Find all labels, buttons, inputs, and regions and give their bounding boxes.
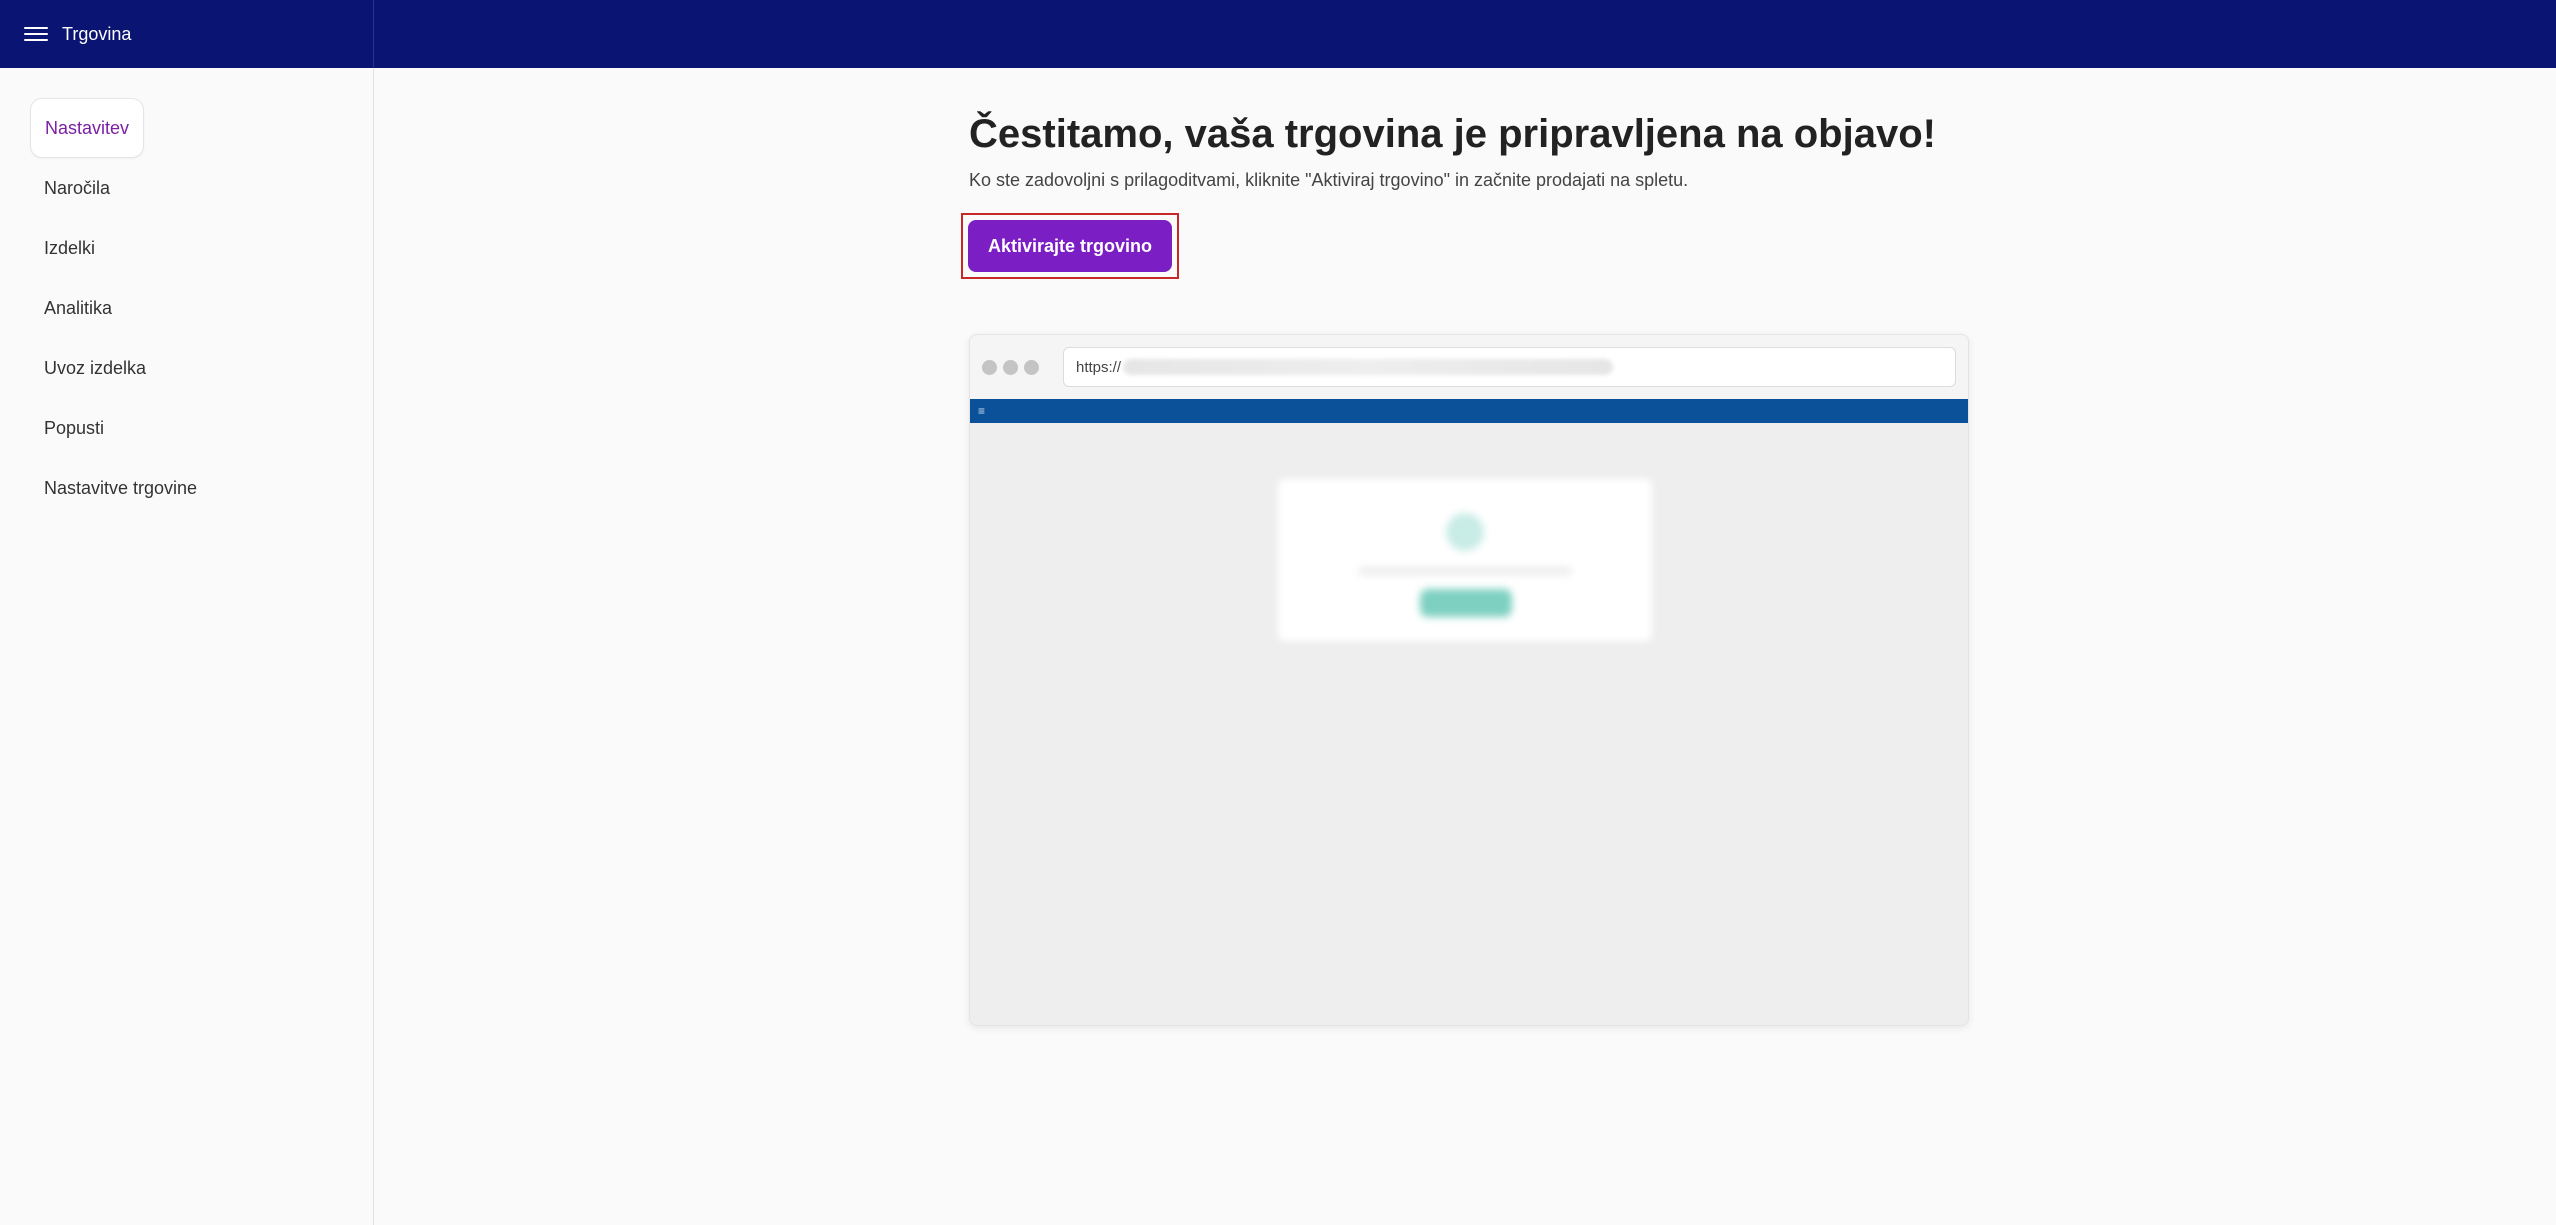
sidebar-item-popusti[interactable]: Popusti [30,398,118,458]
page-title: Čestitamo, vaša trgovina je pripravljena… [969,112,1936,156]
sidebar-item-izdelki[interactable]: Izdelki [30,218,109,278]
page-description: Ko ste zadovoljni s prilagoditvami, klik… [969,170,1689,190]
sidebar-item-uvoz-izdelka[interactable]: Uvoz izdelka [30,338,160,398]
activate-store-button[interactable]: Aktivirajte trgovino [968,220,1173,272]
launch-section: Čestitamo, vaša trgovina je pripravljena… [961,108,1979,279]
preview-blurred-card [1278,479,1652,641]
sidebar-item-narocila[interactable]: Naročila [30,158,124,218]
sidebar-item-nastavitev[interactable]: Nastavitev [30,98,145,158]
window-dot-icon [1024,359,1039,375]
window-dot-icon [982,359,997,375]
sidebar-item-nastavitve-trgovine[interactable]: Nastavitve trgovine [30,458,211,518]
preview-store-navbar: ≡ [970,399,1968,423]
sidebar-item-analitika[interactable]: Analitika [30,278,126,338]
preview-blurred-button [1420,589,1512,617]
top-bar: Trgovina [0,0,2556,68]
preview-blurred-icon [1446,513,1484,551]
sidebar: Nastavitev Naročila Izdelki Analitika Uv… [0,68,374,1225]
app-title: Trgovina [62,23,132,44]
preview-url-prefix: https:// [1076,358,1122,376]
activate-button-highlight: Aktivirajte trgovino [961,213,1180,279]
preview-url-field: https:// [1063,347,1956,387]
main-content: Čestitamo, vaša trgovina je pripravljena… [375,68,2556,1225]
preview-blurred-text [1358,567,1572,575]
top-bar-brand: Trgovina [0,0,374,68]
hamburger-menu-icon[interactable] [24,25,48,43]
store-preview-window: https:// ≡ [969,334,1969,1026]
preview-store-body [970,423,1968,1025]
preview-url-blurred [1123,359,1614,375]
preview-browser-bar: https:// [970,335,1968,399]
window-dot-icon [1003,359,1018,375]
preview-menu-icon: ≡ [978,404,986,418]
